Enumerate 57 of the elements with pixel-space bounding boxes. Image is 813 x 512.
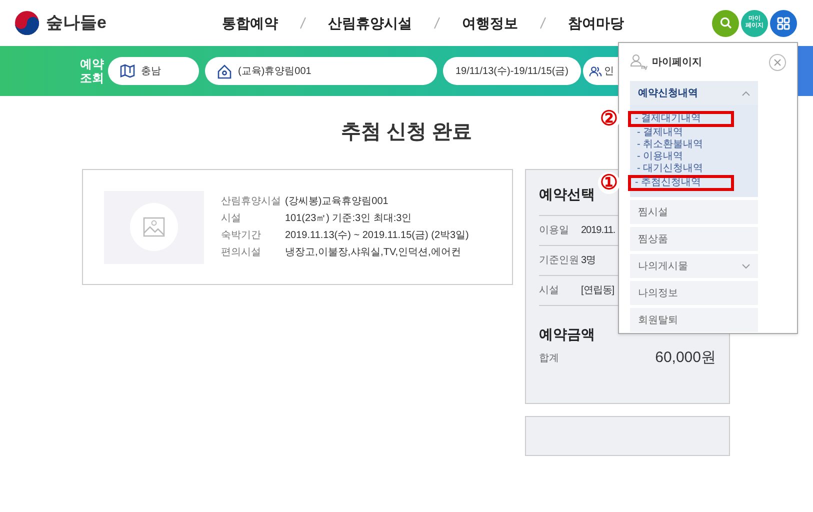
nav-link[interactable]: 참여마당	[568, 12, 624, 34]
submenu-link[interactable]: - 결제내역	[630, 127, 758, 139]
info-label: 숙박기간	[221, 229, 262, 242]
search-field[interactable]: (교육)휴양림001	[205, 57, 437, 85]
search-button[interactable]	[712, 10, 739, 36]
info-value: 2019.11.13(수) ~ 2019.11.15(금) (2박3일)	[285, 229, 469, 242]
nav-link[interactable]: 통합예약	[222, 12, 278, 34]
chevron-up-icon	[742, 90, 750, 96]
info-label: 시설	[221, 212, 242, 225]
detail-value: 2019.11.	[581, 224, 616, 238]
grid-menu-icon	[777, 16, 790, 30]
info-value: (강씨봉)교육휴양림001	[285, 195, 388, 208]
page-title: 추첨 신청 완료	[340, 120, 472, 145]
logo-text[interactable]: 숲나들e	[46, 10, 106, 36]
search-field[interactable]: 충남	[108, 57, 199, 85]
menu-item[interactable]: 찜상품	[630, 227, 758, 251]
menu-item[interactable]: 회원탈퇴	[630, 308, 758, 332]
image-icon	[130, 203, 178, 251]
total-label: 합계	[539, 352, 559, 366]
chevron-down-icon	[742, 264, 750, 268]
slash-separator-icon	[434, 17, 440, 29]
detail-label: 이용일	[539, 224, 570, 238]
menu-button[interactable]	[770, 10, 797, 36]
nav-link[interactable]: 여행정보	[462, 12, 518, 34]
menu-item[interactable]: 예약신청내역	[630, 81, 758, 105]
submenu-link[interactable]: - 추첨신청내역	[628, 175, 734, 191]
slash-separator-icon	[540, 17, 546, 29]
info-label: 편의시설	[221, 246, 262, 259]
emblem-icon[interactable]	[14, 10, 40, 36]
total-amount: 60,000원	[655, 348, 716, 368]
detail-label: 시설	[539, 284, 560, 298]
info-label: 산림휴양시설	[221, 195, 282, 208]
menu-item[interactable]: 나의정보	[630, 281, 758, 305]
panel-title: 예약금액	[539, 325, 596, 344]
search-icon	[720, 17, 732, 29]
submenu-link[interactable]: - 취소환불내역	[630, 139, 758, 151]
search-field[interactable]: 19/11/13(수)-19/11/15(금)	[443, 57, 581, 85]
menu-item[interactable]: 찜시설	[630, 200, 758, 224]
user-icon	[630, 54, 648, 70]
search-label: 예약 조회	[80, 57, 105, 85]
submenu-link[interactable]: - 결제대기내역	[628, 111, 734, 127]
dropdown-title: 마이페이지	[652, 56, 702, 70]
home-pin-icon	[217, 64, 232, 78]
detail-value: [연립동]	[581, 284, 614, 298]
close-icon	[774, 58, 781, 66]
detail-label: 기준인원	[539, 254, 579, 268]
submenu-link[interactable]: - 이용내역	[630, 151, 758, 163]
map-icon	[120, 64, 135, 78]
people-icon	[589, 64, 602, 78]
menu-item[interactable]: 나의게시물	[630, 254, 758, 278]
slash-separator-icon	[300, 17, 306, 29]
close-button[interactable]	[769, 54, 786, 70]
detail-value: 3명	[581, 254, 596, 268]
submenu-link[interactable]: - 대기신청내역	[630, 163, 758, 175]
nav-link[interactable]: 산림휴양시설	[328, 12, 412, 34]
info-value: 101(23㎡) 기준:3인 최대:3인	[285, 212, 412, 225]
info-value: 냉장고,이불장,샤워실,TV,인덕션,에어컨	[285, 246, 461, 259]
